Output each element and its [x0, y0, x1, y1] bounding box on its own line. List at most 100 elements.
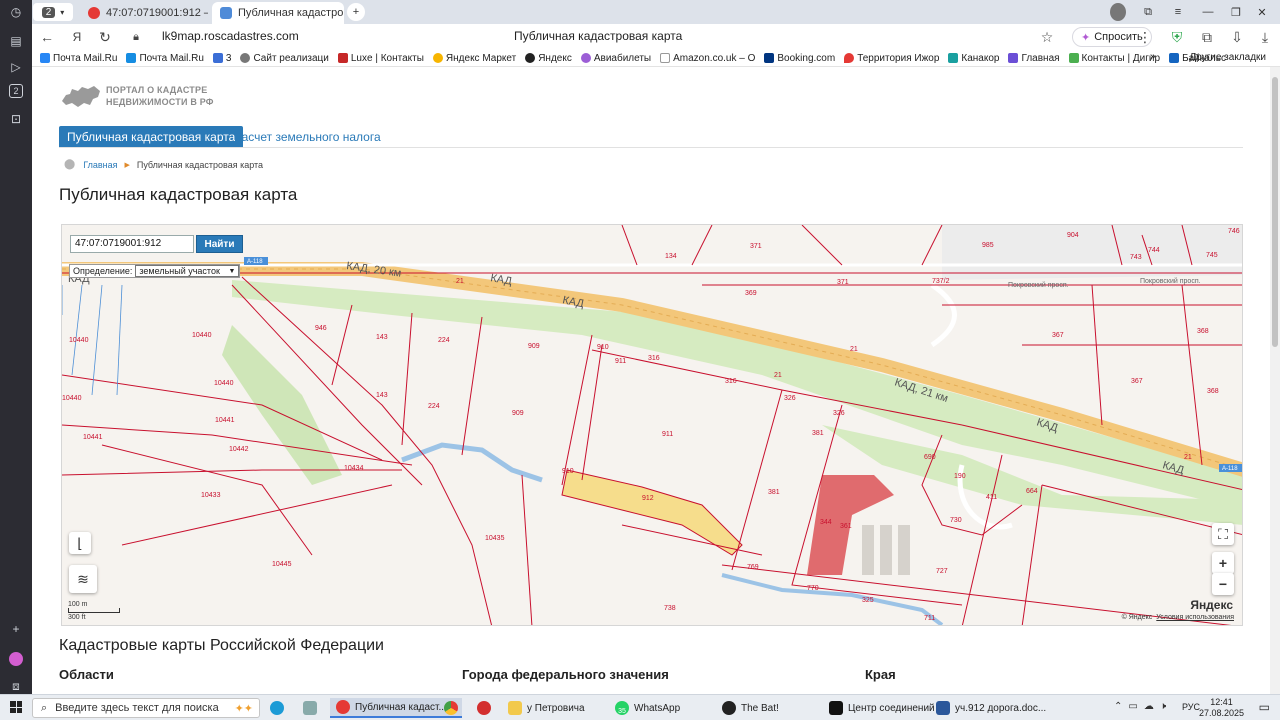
tab-search[interactable]: 47:07:0719001:912 — Янд — [80, 2, 208, 24]
download-icon[interactable]: ⤓ — [1256, 28, 1274, 46]
cadastral-number-input[interactable]: 47:07:0719001:912 — [70, 235, 194, 253]
explorer-app-icon[interactable] — [303, 698, 322, 718]
breadcrumb-home[interactable]: Главная — [83, 160, 117, 170]
bookmark-item[interactable]: Территория Ижор — [844, 53, 939, 64]
more-icon[interactable]: ⋮ — [1136, 28, 1154, 46]
taskbar-app-thebat[interactable]: The Bat! — [722, 698, 779, 718]
parcel-number: 904 — [1067, 232, 1079, 239]
parcel-number: 10442 — [229, 446, 249, 453]
alice-icon[interactable] — [9, 652, 23, 666]
bookmark-add-icon[interactable]: ☆ — [1038, 28, 1056, 46]
bookmark-item[interactable]: Яндекс Маркет — [432, 53, 516, 64]
tab-group-button[interactable]: 2 ▾ — [33, 3, 73, 21]
clock[interactable]: 12:41 27.08.2025 — [1199, 697, 1244, 719]
map-copyright: © Яндекс Условия использования — [1122, 614, 1234, 621]
screenshot-icon[interactable]: ⊡ — [7, 110, 25, 128]
browser-tab-bar: ◷ 2 ▾ 47:07:0719001:912 — Янд Публичная … — [0, 0, 1280, 24]
bookmark-item[interactable]: Главная — [1008, 53, 1060, 64]
new-tab-icon[interactable]: + — [347, 3, 365, 21]
parcel-number: 21 — [456, 278, 464, 285]
page-scrollbar[interactable] — [1270, 67, 1280, 694]
parcel-number: 143 — [376, 392, 388, 399]
tab-public-map[interactable]: Публичная кадастровая карта — [59, 126, 244, 147]
tab-cadastre[interactable]: Публичная кадастров ✕ — [212, 2, 344, 24]
terms-link[interactable]: Условия использования — [1156, 614, 1234, 621]
bookmark-item[interactable]: Amazon.co.uk – O — [660, 53, 755, 64]
back-icon[interactable]: ← — [38, 28, 56, 46]
taskbar-app-connection-center[interactable]: Центр соединений — [829, 698, 935, 718]
restore-icon[interactable]: ❐ — [1228, 3, 1244, 21]
downloads-profile-icon[interactable]: ⇩ — [1228, 28, 1246, 46]
taskbar-app-label: WhatsApp — [634, 702, 681, 714]
scrollbar-thumb[interactable] — [1272, 77, 1278, 347]
parcel-number: 316 — [725, 378, 737, 385]
parcel-number: 21 — [774, 372, 782, 379]
parcel-number: 134 — [665, 253, 677, 260]
taskbar-app-browser[interactable]: Публичная кадаст... — [330, 698, 462, 718]
taskbar-search[interactable]: ⌕ Введите здесь текст для поиска ✦✦ — [32, 698, 260, 718]
play-icon[interactable]: ▷ — [7, 58, 25, 76]
layers-icon[interactable]: ≋ — [69, 565, 97, 593]
bookmark-item[interactable]: Контакты | Дигир — [1068, 53, 1160, 64]
find-button[interactable]: Найти — [196, 235, 243, 253]
fullscreen-icon[interactable]: ⛶ — [1212, 523, 1234, 545]
clock-date: 27.08.2025 — [1198, 708, 1244, 718]
notifications-icon[interactable]: ▭ — [1259, 700, 1270, 714]
parcel-number: 911 — [615, 358, 626, 365]
edge-icon[interactable] — [270, 698, 289, 718]
profile-avatar[interactable] — [1110, 3, 1126, 21]
close-window-icon[interactable]: ✕ — [1254, 3, 1270, 21]
column-krai: Края — [865, 667, 896, 682]
bookmarks-panel-icon[interactable]: ▤ — [7, 32, 25, 50]
yandex-maps-logo[interactable]: Яндекс — [1190, 598, 1233, 612]
language-indicator[interactable]: РУС — [1182, 702, 1200, 712]
bookmark-item[interactable]: Сайт реализаци — [240, 53, 329, 64]
taskbar-app-word[interactable]: уч.912 дорога.doc... — [936, 698, 1046, 718]
parcel-number: 746 — [1228, 228, 1240, 235]
tab-count-icon[interactable]: 2 — [9, 84, 23, 98]
scale-meters: 100 m — [68, 601, 88, 608]
bookmark-item[interactable]: Luxe | Контакты — [337, 52, 424, 64]
system-tray-icons[interactable]: ⌃▭☁🕨 — [1114, 701, 1172, 712]
menu-icon[interactable]: ≡ — [1170, 3, 1186, 21]
bookmark-item[interactable]: Авиабилеты — [580, 53, 651, 64]
clock-icon[interactable]: ◷ — [7, 3, 25, 21]
chrome-icon[interactable] — [444, 698, 463, 718]
parcel-number: 10440 — [214, 380, 234, 387]
protect-shield-icon[interactable]: ⛨ — [1168, 28, 1186, 46]
opera-icon[interactable] — [477, 698, 496, 718]
taskbar-app-folder[interactable]: у Петровича — [508, 698, 585, 718]
bookmark-item[interactable]: Почта Mail.Ru — [40, 53, 117, 64]
tab-land-tax[interactable]: Расчет земельного налога — [234, 130, 381, 144]
parcel-number: 316 — [648, 355, 660, 362]
other-bookmarks[interactable]: Другие закладки — [1189, 52, 1266, 63]
bookmark-item[interactable]: 3 — [212, 53, 231, 64]
address-bar-row: ← Я ↻ 🔒︎ lk9map.roscadastres.com Публичн… — [32, 24, 1280, 50]
bookmark-item[interactable]: Канакор — [948, 53, 999, 64]
extensions-icon[interactable]: ⧉ — [1198, 28, 1216, 46]
ruler-tool-icon[interactable]: ⌊ — [69, 532, 91, 554]
bookmarks-overflow-icon[interactable]: » — [1150, 51, 1156, 62]
bookmark-item[interactable]: Booking.com — [764, 53, 835, 64]
cadastral-map[interactable]: 134 371 371 369 985 904 744 743 745 746 … — [61, 224, 1243, 626]
reload-icon[interactable]: ↻ — [96, 28, 114, 46]
sidebar-settings-icon[interactable]: ⧈ — [7, 677, 25, 695]
bookmark-item[interactable]: Почта Mail.Ru — [126, 53, 204, 64]
parcel-number: 367 — [1131, 378, 1143, 385]
bookmark-label: Luxe | Контакты — [350, 52, 424, 64]
bookmark-item[interactable]: Яндекс — [525, 53, 572, 64]
site-logo[interactable]: ПОРТАЛ О КАДАСТРЕ НЕДВИЖИМОСТИ В РФ — [60, 83, 214, 109]
add-icon[interactable]: + — [7, 620, 25, 638]
taskbar-app-whatsapp[interactable]: 35 WhatsApp — [615, 698, 680, 718]
zoom-out-button[interactable]: − — [1212, 573, 1234, 595]
yandex-home-icon[interactable]: Я — [68, 28, 86, 46]
minimize-icon[interactable]: — — [1200, 3, 1216, 21]
zoom-in-button[interactable]: + — [1212, 552, 1234, 574]
windows-start-icon[interactable] — [10, 701, 22, 713]
url-text[interactable]: lk9map.roscadastres.com — [162, 29, 299, 43]
map-scale: 100 m 300 ft — [68, 601, 120, 621]
taskbar-app-label: The Bat! — [741, 702, 779, 714]
definition-select[interactable]: земельный участок ▼ — [135, 265, 240, 277]
collections-icon[interactable]: ⧉ — [1140, 3, 1156, 21]
column-federal-cities: Города федерального значения — [462, 667, 669, 682]
